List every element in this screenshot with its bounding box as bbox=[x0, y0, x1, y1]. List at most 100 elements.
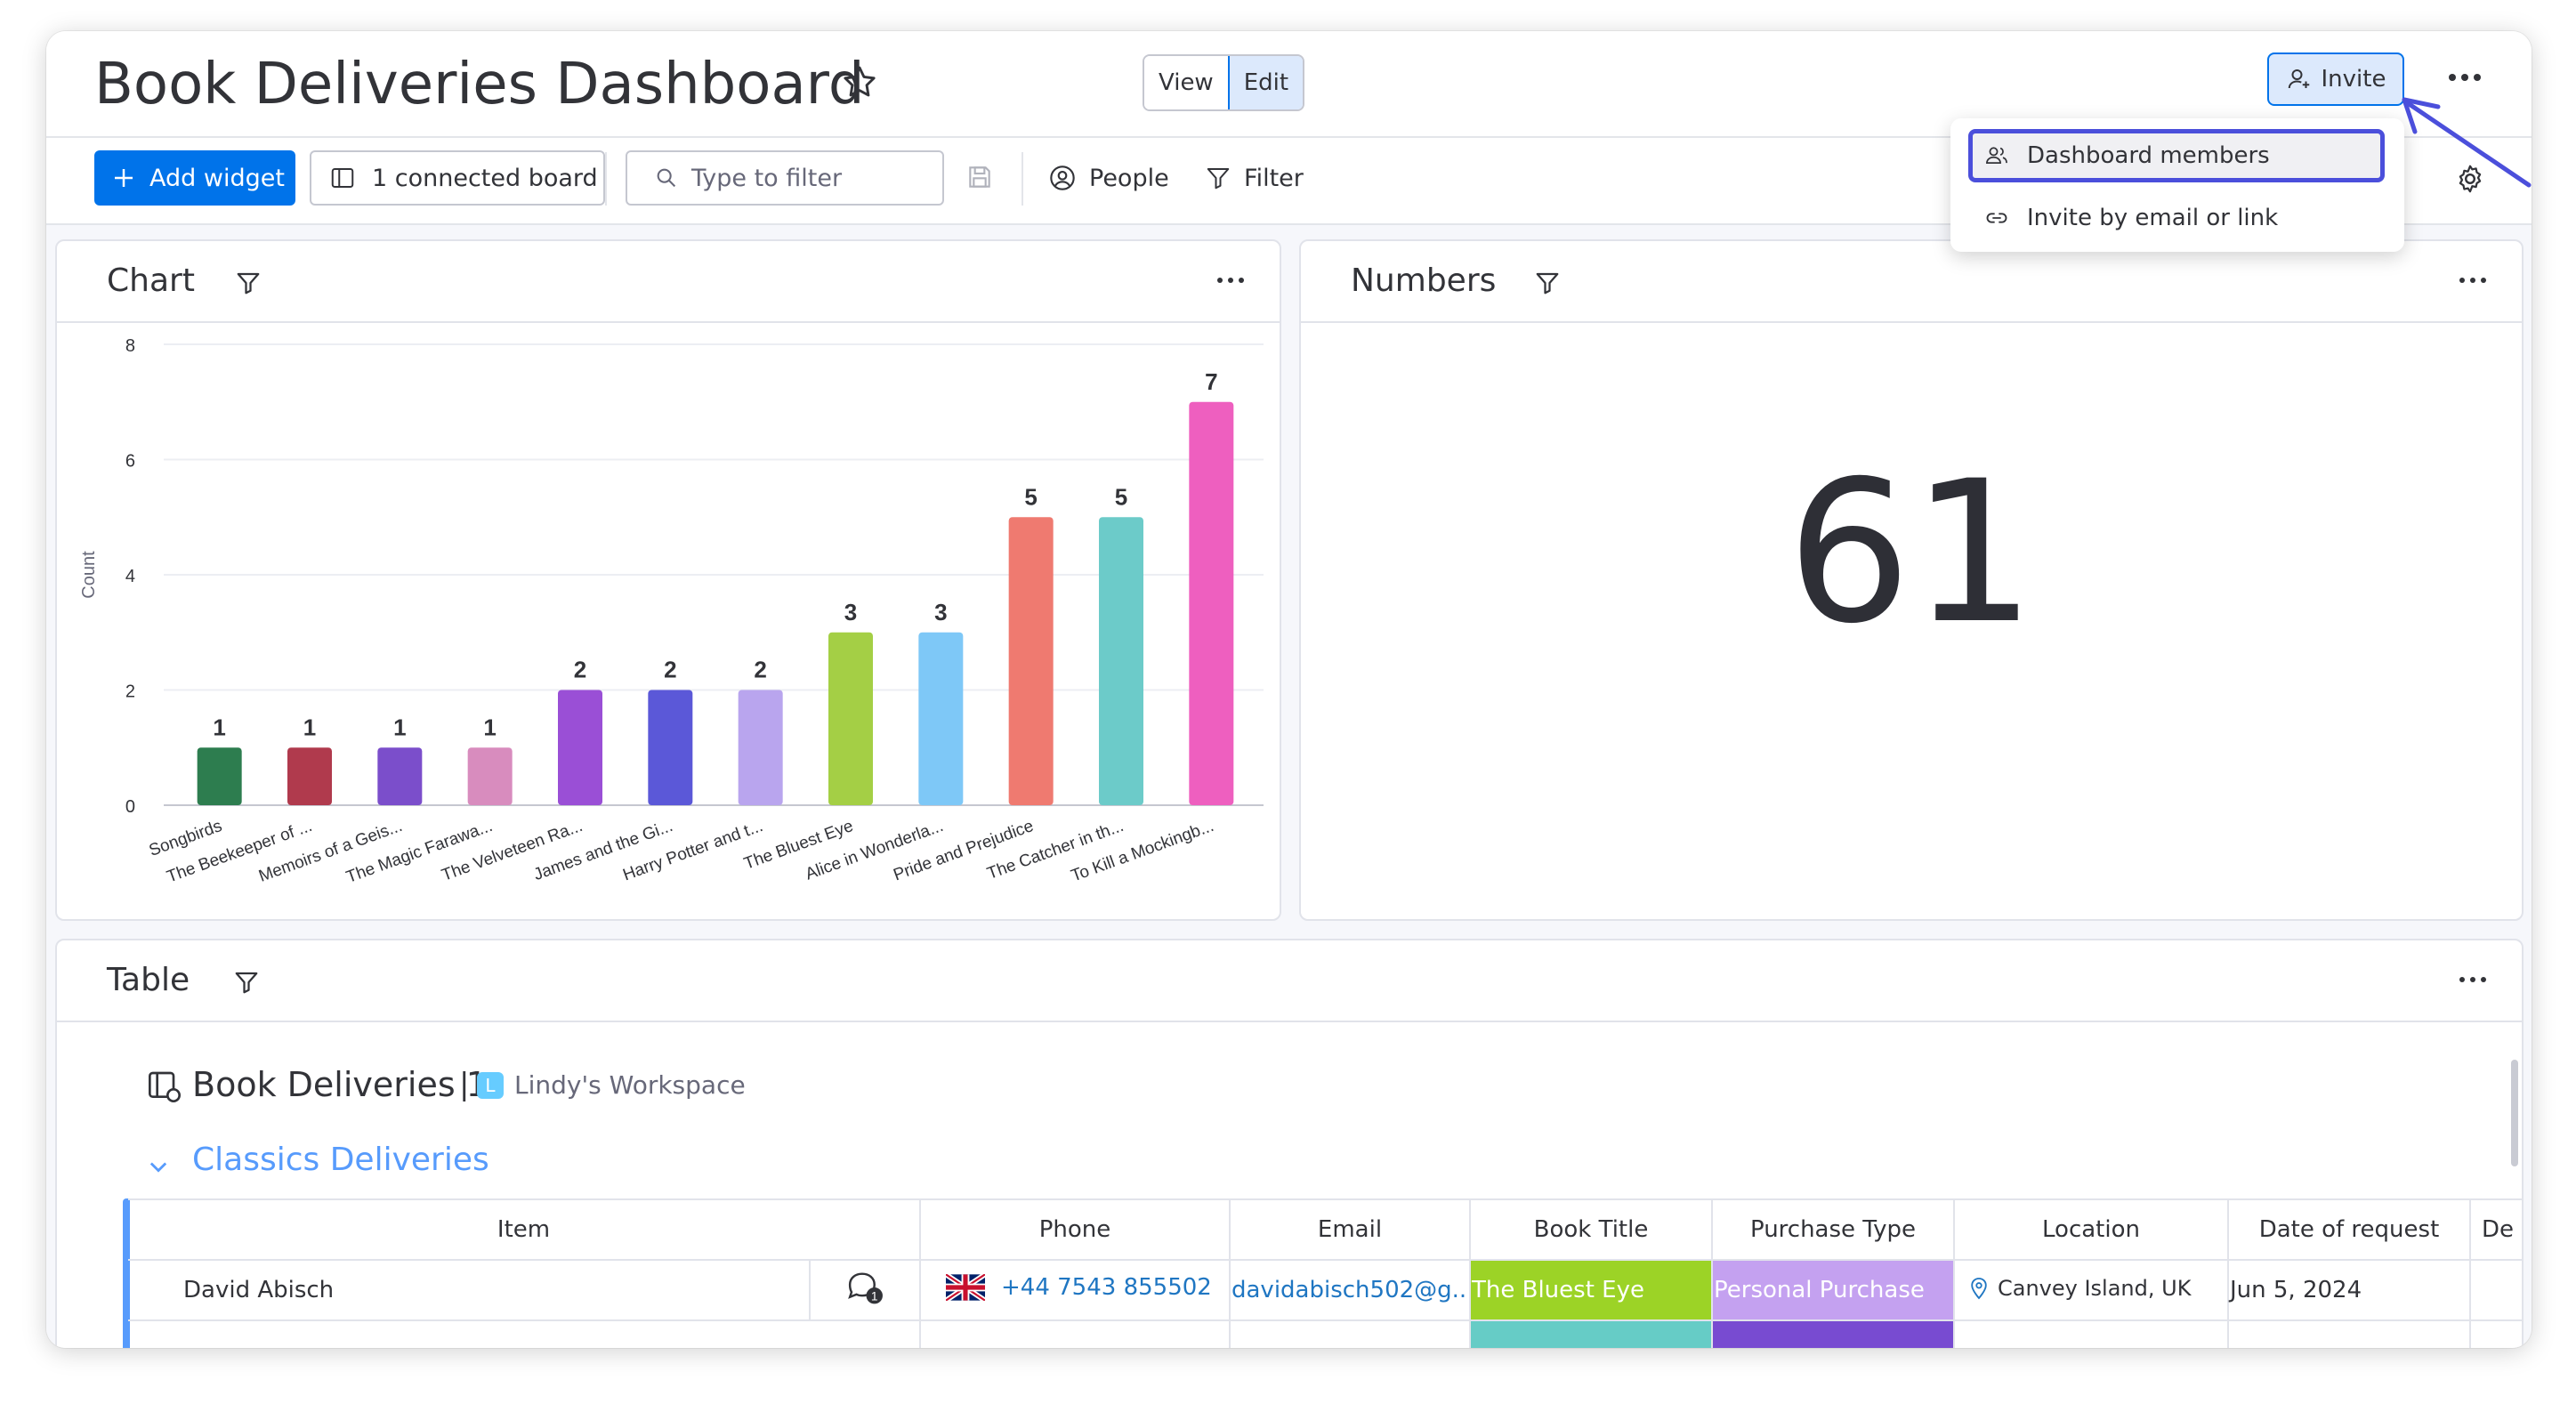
menu-item-invite-link[interactable]: Invite by email or link bbox=[1968, 191, 2385, 245]
menu-item-label: Invite by email or link bbox=[2027, 205, 2279, 231]
invite-button[interactable]: Invite bbox=[2267, 52, 2404, 106]
phone-cell[interactable]: +44 7543 855502 bbox=[919, 1259, 1231, 1321]
phone-number[interactable]: +44 7543 855502 bbox=[1001, 1274, 1212, 1301]
toolbar-divider bbox=[1022, 152, 1023, 206]
chart-widget-header: Chart bbox=[57, 241, 1280, 323]
chart-widget-title: Chart bbox=[107, 262, 195, 299]
table-widget-title: Table bbox=[107, 962, 190, 998]
location-pin-icon bbox=[1971, 1277, 1987, 1299]
column-header-purchase-type[interactable]: Purchase Type bbox=[1711, 1198, 1955, 1261]
people-icon bbox=[1986, 147, 2007, 165]
invite-label: Invite bbox=[2321, 66, 2386, 93]
bar bbox=[558, 690, 602, 805]
plus-icon bbox=[115, 169, 133, 187]
updates-cell[interactable]: 1 bbox=[809, 1259, 921, 1321]
annotation-arrow bbox=[2402, 97, 2532, 188]
truncated-cell bbox=[2469, 1259, 2522, 1321]
link-icon bbox=[1986, 213, 2007, 223]
date-cell[interactable]: Jun 5, 2024 bbox=[2227, 1259, 2471, 1321]
table-scrollbar[interactable] bbox=[2511, 1060, 2518, 1166]
group-title[interactable]: Classics Deliveries bbox=[192, 1142, 489, 1178]
filter-label: Filter bbox=[1244, 164, 1304, 192]
column-header-phone[interactable]: Phone bbox=[919, 1198, 1231, 1261]
connected-board-button[interactable]: 1 connected board bbox=[310, 150, 605, 206]
filter-placeholder: Type to filter bbox=[691, 164, 843, 192]
column-header-truncated[interactable]: De bbox=[2469, 1198, 2522, 1261]
data-label: 3 bbox=[844, 599, 857, 625]
numbers-widget: Numbers 61 bbox=[1299, 239, 2524, 921]
filter-button[interactable]: Filter bbox=[1205, 156, 1304, 200]
column-header-location[interactable]: Location bbox=[1953, 1198, 2229, 1261]
y-tick-label: 0 bbox=[125, 797, 135, 817]
invite-dropdown-menu: Dashboard members Invite by email or lin… bbox=[1950, 118, 2404, 252]
email-cell[interactable] bbox=[1229, 1319, 1471, 1348]
item-cell[interactable] bbox=[128, 1319, 921, 1348]
purchase-type-cell[interactable]: Personal Purchase bbox=[1711, 1259, 1955, 1321]
phone-cell[interactable] bbox=[919, 1319, 1231, 1348]
email-cell[interactable]: davidabisch502@g... bbox=[1229, 1259, 1471, 1321]
add-person-icon bbox=[2288, 69, 2309, 89]
search-icon bbox=[657, 168, 676, 188]
bar bbox=[197, 747, 242, 805]
item-cell[interactable]: David Abisch bbox=[128, 1259, 811, 1321]
table-row[interactable] bbox=[128, 1319, 2522, 1348]
bar bbox=[918, 632, 964, 805]
column-header-email[interactable]: Email bbox=[1229, 1198, 1471, 1261]
bar bbox=[1008, 517, 1054, 805]
truncated-cell bbox=[2469, 1319, 2522, 1348]
numbers-widget-title: Numbers bbox=[1351, 262, 1497, 299]
uk-flag-icon bbox=[946, 1273, 985, 1301]
more-options-icon[interactable] bbox=[1215, 273, 1246, 287]
save-icon[interactable] bbox=[965, 163, 994, 191]
data-label: 1 bbox=[483, 714, 496, 740]
bar bbox=[377, 747, 423, 805]
table-row[interactable]: David Abisch 1 +44 7543 855502 davidabis… bbox=[128, 1259, 2522, 1321]
board-icon bbox=[331, 168, 354, 188]
bar-chart: 02468Count1Songbirds1The Beekeeper of ..… bbox=[79, 336, 1264, 887]
date-cell[interactable] bbox=[2227, 1319, 2471, 1348]
data-label: 7 bbox=[1205, 368, 1217, 395]
bar bbox=[828, 632, 873, 805]
add-widget-label: Add widget bbox=[149, 164, 285, 192]
add-widget-button[interactable]: Add widget bbox=[94, 150, 295, 206]
board-connection-icon bbox=[149, 1071, 181, 1102]
location-text: Canvey Island, UK bbox=[1998, 1275, 2192, 1301]
filter-icon[interactable] bbox=[1534, 270, 1561, 296]
more-options-icon[interactable] bbox=[2458, 273, 2488, 287]
data-label: 2 bbox=[664, 657, 676, 683]
table-widget-header: Table bbox=[57, 940, 2522, 1022]
book-title-cell[interactable]: The Bluest Eye bbox=[1469, 1259, 1713, 1321]
filter-input[interactable]: Type to filter bbox=[626, 150, 944, 206]
table-viewport: Item Phone Email Book Title Purchase Typ… bbox=[128, 1198, 2522, 1348]
edit-button[interactable]: Edit bbox=[1227, 56, 1304, 109]
chevron-down-icon[interactable] bbox=[146, 1154, 171, 1179]
filter-icon[interactable] bbox=[235, 270, 262, 296]
view-button[interactable]: View bbox=[1144, 56, 1228, 109]
board-name[interactable]: Book Deliveries 1 bbox=[192, 1065, 488, 1104]
people-label: People bbox=[1089, 164, 1169, 192]
data-label: 5 bbox=[1115, 483, 1127, 510]
numbers-value: 61 bbox=[1787, 439, 2036, 666]
column-header-book-title[interactable]: Book Title bbox=[1469, 1198, 1713, 1261]
conversation-icon[interactable]: 1 bbox=[844, 1270, 885, 1305]
workspace-name[interactable]: Lindy's Workspace bbox=[514, 1070, 746, 1100]
filter-icon[interactable] bbox=[233, 969, 260, 996]
people-filter-button[interactable]: People bbox=[1048, 156, 1169, 200]
y-axis-label: Count bbox=[79, 551, 99, 599]
filter-icon bbox=[1207, 168, 1230, 190]
star-icon[interactable] bbox=[840, 63, 879, 102]
location-cell[interactable] bbox=[1953, 1319, 2229, 1348]
more-options-icon[interactable] bbox=[2458, 972, 2488, 987]
book-title-cell[interactable] bbox=[1469, 1319, 1713, 1348]
column-header-item[interactable]: Item bbox=[128, 1198, 921, 1261]
updates-count: 1 bbox=[871, 1289, 878, 1303]
bar bbox=[1189, 401, 1234, 805]
workspace-avatar: L bbox=[477, 1072, 504, 1099]
column-header-date[interactable]: Date of request bbox=[2227, 1198, 2471, 1261]
purchase-type-cell[interactable] bbox=[1711, 1319, 1955, 1348]
chart-widget: Chart 0 2 4 6 8 Count 1 Songbirds 1 The Beekeeper… bbox=[55, 239, 1281, 921]
toolbar-divider bbox=[605, 152, 607, 206]
location-cell[interactable]: Canvey Island, UK bbox=[1953, 1259, 2229, 1321]
bar bbox=[648, 690, 693, 805]
menu-item-dashboard-members[interactable]: Dashboard members bbox=[1968, 129, 2385, 182]
